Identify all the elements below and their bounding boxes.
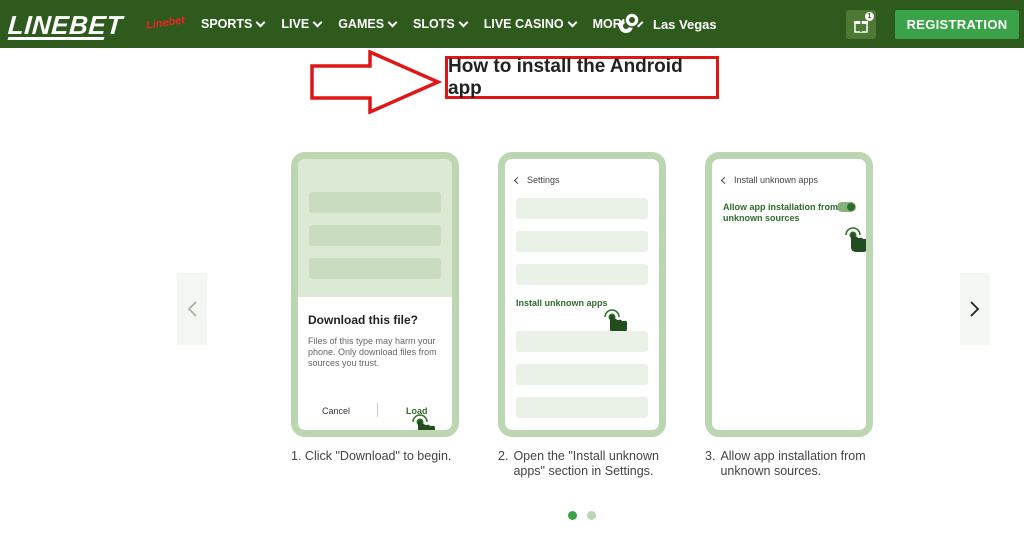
- nav-live-casino[interactable]: LIVE CASINO: [483, 17, 578, 31]
- settings-header-label: Settings: [527, 175, 560, 185]
- las-vegas-label: Las Vegas: [653, 16, 717, 32]
- placeholder-bar: [516, 264, 648, 285]
- chevron-down-icon: [387, 17, 398, 27]
- placeholder-bar: [516, 397, 648, 418]
- carousel-next-button[interactable]: [960, 273, 990, 345]
- nav-games-label: GAMES: [338, 17, 385, 31]
- dialog-cancel-button[interactable]: Cancel: [322, 406, 350, 416]
- title-highlight-box: How to install the Android app: [445, 56, 719, 99]
- chevron-left-icon: [187, 301, 197, 317]
- settings-header: Settings: [513, 175, 560, 185]
- step-number: 2.: [498, 449, 509, 463]
- toggle-knob: [847, 203, 855, 211]
- gift-count-badge: 1: [865, 12, 874, 21]
- chevron-down-icon: [567, 17, 578, 27]
- promo-badge[interactable]: Linebet: [145, 14, 185, 31]
- placeholder-bar: [516, 364, 648, 385]
- step-2-phone: Settings Install unknown apps: [498, 152, 666, 437]
- allow-installation-toggle[interactable]: [837, 202, 856, 212]
- placeholder-bar: [309, 258, 441, 279]
- top-header: LINEBET Linebet SPORTS LIVE GAMES SLOTS …: [0, 0, 1024, 48]
- step-text: Allow app installation from unknown sour…: [720, 449, 866, 478]
- nav-live-casino-label: LIVE CASINO: [483, 17, 564, 31]
- carousel-dot[interactable]: [587, 511, 596, 520]
- unknown-apps-header: Install unknown apps: [720, 175, 819, 185]
- dialog-title: Download this file?: [308, 313, 418, 327]
- allow-installation-label: Allow app installation from unknown sour…: [723, 202, 839, 223]
- step-number: 1.: [291, 449, 302, 463]
- placeholder-bar: [516, 331, 648, 352]
- chevron-down-icon: [458, 17, 469, 27]
- nav-las-vegas[interactable]: Las Vegas: [617, 12, 717, 36]
- nav-live[interactable]: LIVE: [281, 17, 323, 31]
- registration-button[interactable]: REGISTRATION: [895, 10, 1019, 39]
- back-chevron-icon: [720, 176, 729, 184]
- nav-sports[interactable]: SPORTS: [201, 17, 266, 31]
- placeholder-bar: [516, 231, 648, 252]
- unknown-apps-header-label: Install unknown apps: [734, 175, 819, 185]
- step-text: Open the "Install unknown apps" section …: [513, 449, 659, 478]
- chevron-right-icon: [970, 301, 980, 317]
- nav-slots-label: SLOTS: [413, 17, 455, 31]
- hand-tap-icon: [845, 227, 866, 252]
- dialog-divider: [377, 403, 378, 417]
- main-nav: SPORTS LIVE GAMES SLOTS LIVE CASINO MORE: [201, 0, 659, 48]
- chevron-down-icon: [255, 17, 266, 27]
- poker-chips-icon: [619, 12, 640, 33]
- nav-slots[interactable]: SLOTS: [413, 17, 469, 31]
- page-title: How to install the Android app: [448, 55, 683, 99]
- hand-tap-icon: [412, 414, 435, 430]
- nav-live-label: LIVE: [281, 17, 310, 31]
- carousel-prev-button[interactable]: [177, 273, 207, 345]
- gift-button[interactable]: 1: [846, 10, 876, 39]
- step-text: Click "Download" to begin.: [304, 449, 452, 463]
- dialog-text: Files of this type may harm your phone. …: [308, 336, 437, 368]
- chevron-down-icon: [312, 17, 323, 27]
- step-2-caption: 2. Open the "Install unknown apps" secti…: [498, 449, 676, 479]
- step-1-phone: Download this file? Files of this type m…: [291, 152, 459, 437]
- step-1-caption: 1. Click "Download" to begin.: [291, 449, 476, 464]
- step-3-phone: Install unknown apps Allow app installat…: [705, 152, 873, 437]
- nav-sports-label: SPORTS: [201, 17, 253, 31]
- annotation-arrow-icon: [310, 50, 442, 114]
- step-3-caption: 3. Allow app installation from unknown s…: [705, 449, 890, 479]
- placeholder-bar: [309, 225, 441, 246]
- placeholder-bar: [309, 192, 441, 213]
- back-chevron-icon: [513, 176, 522, 184]
- step-number: 3.: [705, 449, 716, 463]
- carousel-dot-active[interactable]: [568, 511, 577, 520]
- nav-games[interactable]: GAMES: [338, 17, 398, 31]
- install-unknown-apps-item[interactable]: Install unknown apps: [516, 298, 608, 308]
- logo-underline: [7, 37, 105, 40]
- placeholder-bar: [516, 198, 648, 219]
